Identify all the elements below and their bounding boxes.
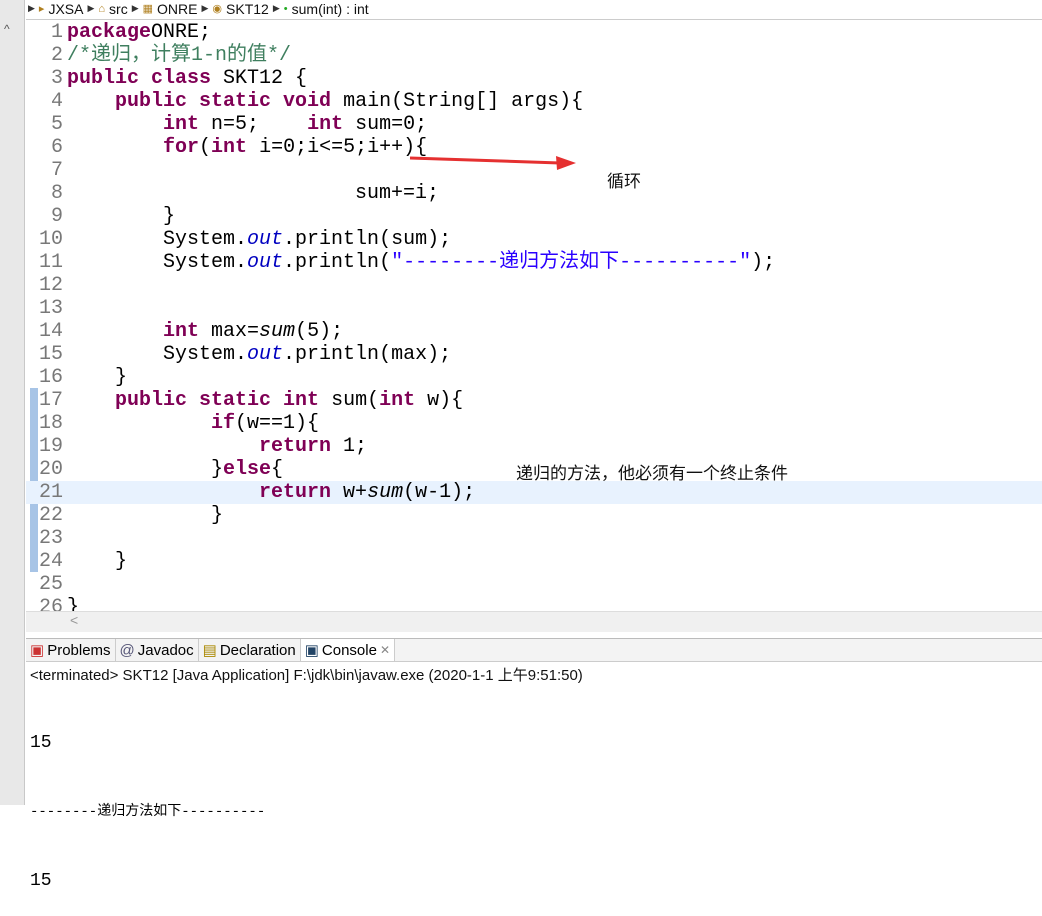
tab-declaration[interactable]: ▤ Declaration [199,639,301,661]
console-line: 15 [30,871,52,891]
problems-icon: ▣ [30,642,45,659]
console-icon: ▣ [304,642,319,659]
close-icon[interactable]: ✕ [380,643,390,657]
tab-javadoc[interactable]: @ Javadoc [116,639,199,661]
console-line: --------递归方法如下---------- [30,804,266,820]
declaration-icon: ▤ [202,642,217,659]
console-output[interactable]: 15 --------递归方法如下---------- 15 [30,686,265,916]
tab-console[interactable]: ▣ Console ✕ [300,639,396,661]
chevron-left-icon[interactable]: < [70,612,78,628]
annotation-loop: 循环 [607,172,641,191]
view-tabs: ▣ Problems @ Javadoc ▤ Declaration ▣ Console… [26,638,1042,662]
console-status: <terminated> SKT12 [Java Application] F:… [30,667,583,684]
annotation-recursion: 递归的方法，他必须有一个终止条件 [516,464,788,483]
at-icon: @ [119,641,135,659]
horizontal-scrollbar[interactable]: < [26,611,1042,632]
tab-problems[interactable]: ▣ Problems [26,639,116,661]
console-line: 15 [30,733,52,753]
